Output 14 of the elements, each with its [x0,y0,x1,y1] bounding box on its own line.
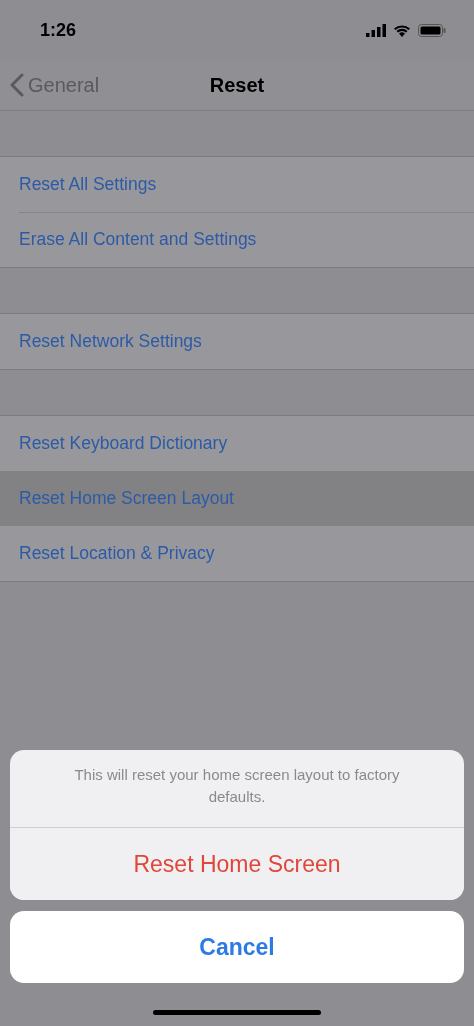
settings-row[interactable]: Reset Home Screen Layout [0,471,474,526]
signal-icon [366,23,386,37]
row-label: Reset All Settings [19,174,157,195]
cancel-button[interactable]: Cancel [10,911,464,983]
row-label: Reset Location & Privacy [19,543,215,564]
row-label: Reset Keyboard Dictionary [19,433,228,454]
wifi-icon [393,23,411,37]
battery-icon [418,23,446,37]
status-time: 1:26 [40,19,77,41]
chevron-icon [10,73,24,97]
row-label: Reset Home Screen Layout [19,488,234,509]
row-label: Erase All Content and Settings [19,229,257,250]
page-title: Reset [209,73,265,97]
row-label: Reset Network Settings [19,331,202,352]
